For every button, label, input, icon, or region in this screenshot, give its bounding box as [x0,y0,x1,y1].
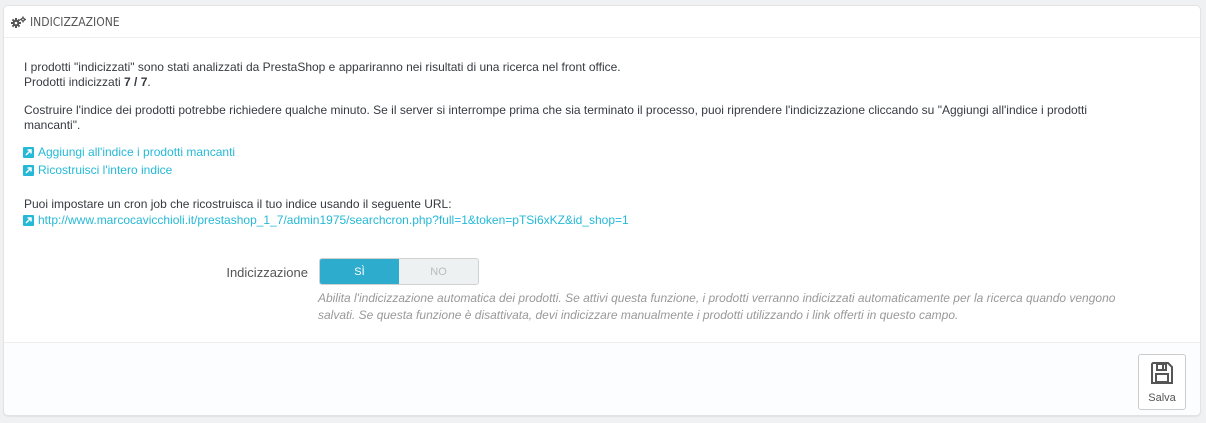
external-link-icon [23,165,34,176]
intro-text: I prodotti "indicizzati" sono stati anal… [24,60,621,74]
indexed-count-suffix: . [147,75,151,89]
panel-footer: Salva [4,342,1200,415]
toggle-no[interactable]: NO [399,259,478,284]
rebuild-index-link[interactable]: Ricostruisci l'intero indice [23,163,172,178]
add-missing-products-label: Aggiungi all'indice i prodotti mancanti [38,145,236,159]
external-link-icon [23,147,34,158]
toggle-yes[interactable]: SÌ [320,259,399,284]
panel-heading: INDICIZZAZIONE [4,6,1200,38]
save-label: Salva [1148,391,1176,404]
panel-title: INDICIZZAZIONE [30,14,120,29]
help-line1: Abilita l'indicizzazione automatica dei … [318,291,1116,305]
indexed-count-value: 7 / 7 [124,75,148,89]
indexed-count-line: Prodotti indicizzati 7 / 7. [24,75,151,90]
info-text-line2: mancanti". [24,118,81,132]
indexed-count-prefix: Prodotti indicizzati [24,75,125,89]
cron-url-label: http://www.marcocavicchioli.it/prestasho… [38,213,629,227]
cron-url-link[interactable]: http://www.marcocavicchioli.it/prestasho… [23,213,629,228]
indexing-panel: INDICIZZAZIONE I prodotti "indicizzati" … [3,5,1201,416]
help-line2: salvati. Se questa funzione è disattivat… [318,308,959,322]
gears-icon [11,16,27,28]
external-link-icon [23,215,34,226]
add-missing-products-link[interactable]: Aggiungi all'indice i prodotti mancanti [23,145,235,160]
rebuild-index-label: Ricostruisci l'intero indice [38,163,173,177]
indexing-toggle[interactable]: SÌ NO [319,258,479,285]
cron-text: Puoi impostare un cron job che ricostrui… [24,197,452,211]
indexing-help-text: Abilita l'indicizzazione automatica dei … [318,290,1178,324]
save-button[interactable]: Salva [1138,354,1186,410]
indexing-label: Indicizzazione [226,265,308,280]
info-text-line1: Costruire l'indice dei prodotti potrebbe… [24,103,1088,117]
floppy-disk-icon [1150,361,1174,388]
